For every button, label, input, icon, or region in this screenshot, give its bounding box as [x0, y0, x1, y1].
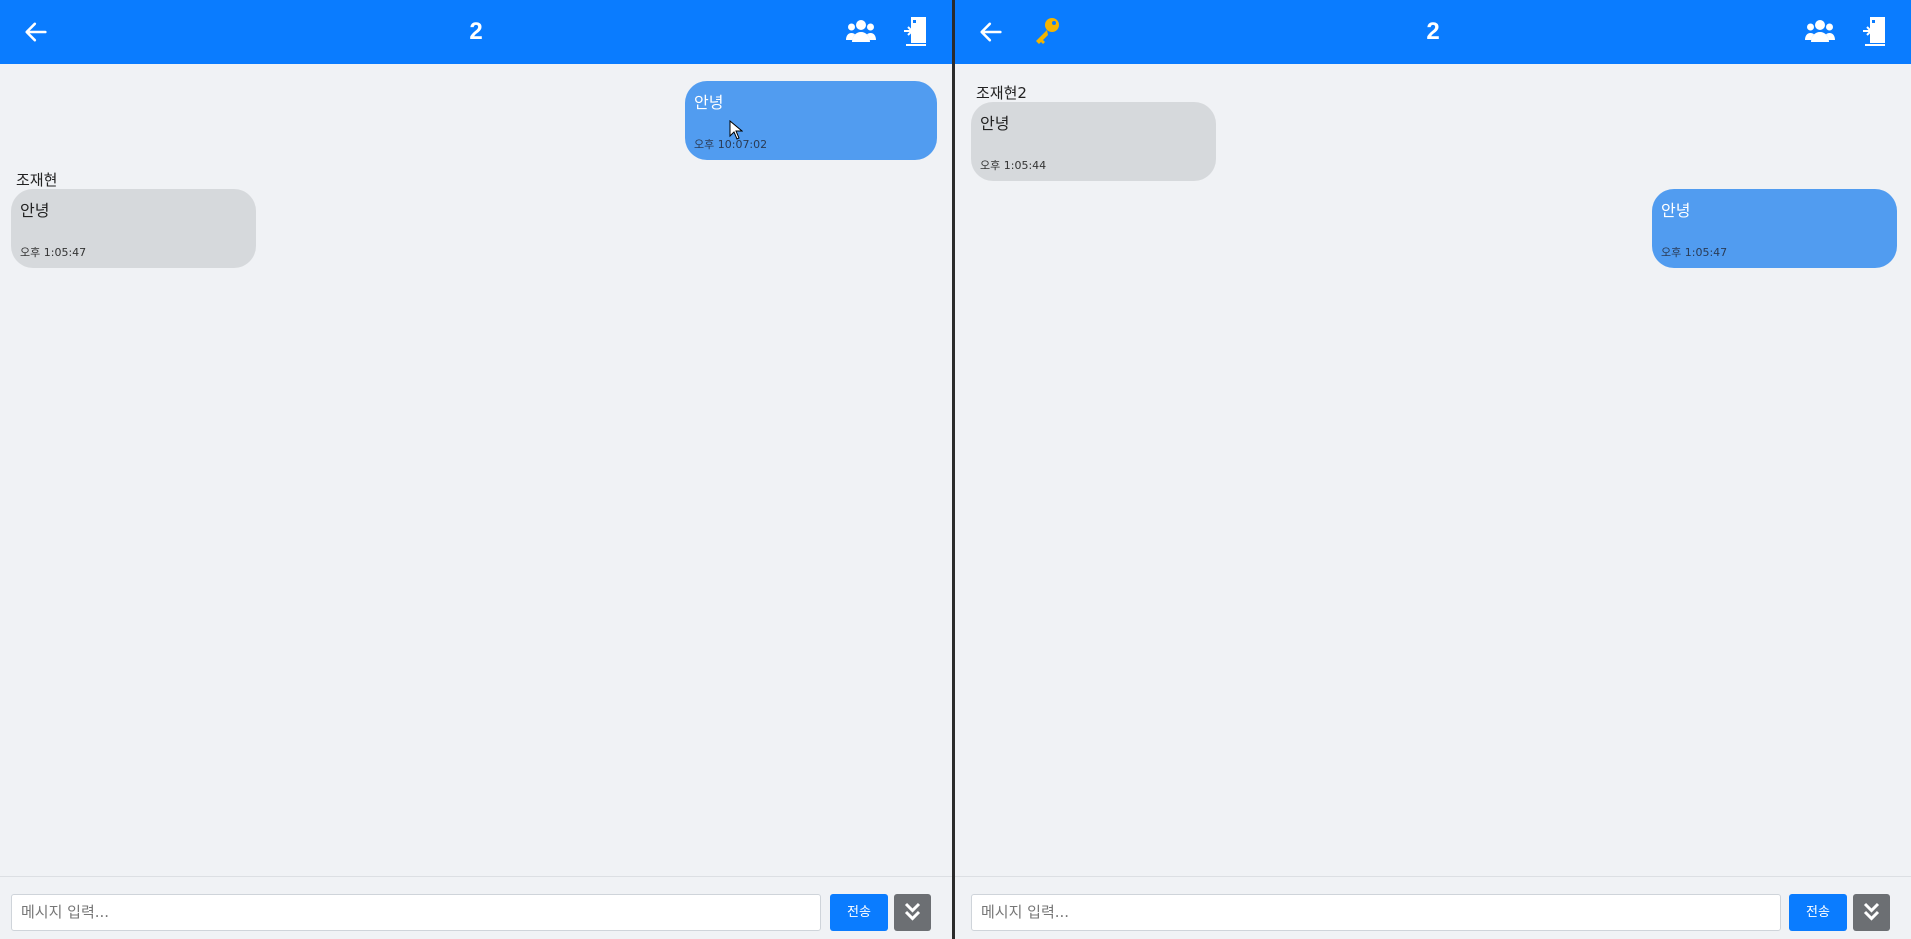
scroll-to-bottom-button[interactable]: [894, 894, 931, 931]
send-button[interactable]: 전송: [1789, 894, 1847, 931]
message-time: 오후 1:05:44: [980, 159, 1047, 172]
users-icon[interactable]: [846, 18, 876, 44]
users-icon[interactable]: [1805, 18, 1835, 44]
message-text: 안녕: [1661, 201, 1691, 220]
sender-name: 조재현2: [976, 84, 1027, 102]
app-window: 2 안녕 오후 10:07:02 조재현 안녕 오후 1:05:47 메시지 입…: [0, 0, 1911, 939]
double-chevron-down-icon: [904, 902, 921, 921]
message-time: 오후 1:05:47: [1661, 246, 1728, 259]
door-exit-icon[interactable]: [902, 15, 928, 47]
composer-bar: 메시지 입력... 전송: [955, 876, 1911, 939]
message-text: 안녕: [980, 114, 1010, 133]
chat-pane-left: 2 안녕 오후 10:07:02 조재현 안녕 오후 1:05:47 메시지 입…: [0, 0, 952, 939]
composer-bar: 메시지 입력... 전송: [0, 876, 952, 939]
message-text: 안녕: [20, 201, 50, 220]
message-input[interactable]: 메시지 입력...: [11, 894, 821, 931]
chat-header: 2: [955, 0, 1911, 64]
chat-header: 2: [0, 0, 952, 64]
chat-pane-right: 2 조재현2 안녕 오후 1:05:44 안녕 오후 1:05:47 메시지 입…: [955, 0, 1911, 939]
message-bubble-mine: 안녕 오후 10:07:02: [685, 81, 937, 160]
room-title: 2: [1426, 18, 1440, 45]
scroll-to-bottom-button[interactable]: [1853, 894, 1890, 931]
message-bubble-other: 안녕 오후 1:05:47: [11, 189, 256, 268]
message-bubble-other: 안녕 오후 1:05:44: [971, 102, 1216, 181]
sender-name: 조재현: [16, 171, 58, 189]
mouse-cursor-icon: [729, 120, 743, 140]
message-text: 안녕: [694, 93, 724, 112]
room-title: 2: [469, 18, 483, 45]
double-chevron-down-icon: [1863, 902, 1880, 921]
message-bubble-mine: 안녕 오후 1:05:47: [1652, 189, 1897, 268]
message-time: 오후 1:05:47: [20, 246, 87, 259]
message-input[interactable]: 메시지 입력...: [971, 894, 1781, 931]
door-exit-icon[interactable]: [1861, 15, 1887, 47]
send-button[interactable]: 전송: [830, 894, 888, 931]
